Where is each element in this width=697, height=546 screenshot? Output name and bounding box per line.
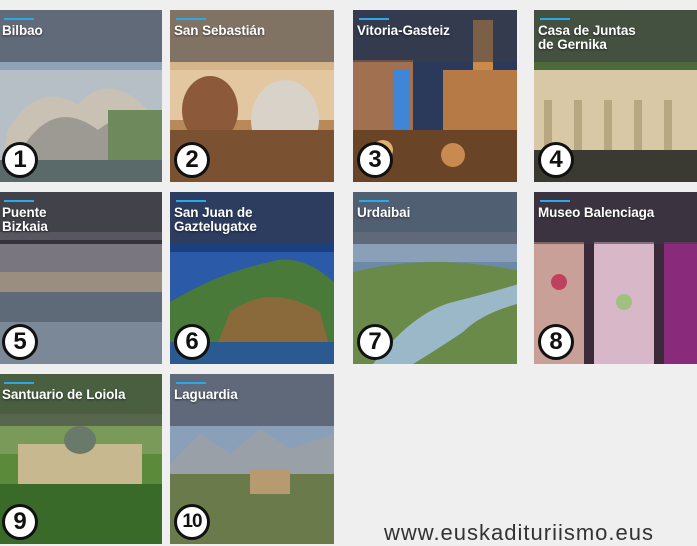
tile-title: Urdaibai	[357, 205, 411, 220]
tile-title: Santuario de Loiola	[2, 387, 126, 402]
number-badge: 1	[2, 142, 38, 178]
accent-line	[540, 18, 570, 20]
tile-san-juan-de-gaztelugatxe[interactable]: San Juan de Gaztelugatxe 6	[170, 192, 334, 364]
tile-title: San Sebastián	[174, 23, 265, 38]
tile-title: San Juan de Gaztelugatxe	[174, 205, 257, 234]
tile-title: Puente Bizkaia	[2, 205, 48, 234]
number-badge: 9	[2, 504, 38, 540]
number-badge: 2	[174, 142, 210, 178]
tile-santuario-de-loiola[interactable]: Santuario de Loiola 9	[0, 374, 162, 544]
accent-line	[359, 200, 389, 202]
number-badge: 5	[2, 324, 38, 360]
number-badge: 8	[538, 324, 574, 360]
tile-title: Vitoria-Gasteiz	[357, 23, 450, 38]
accent-line	[176, 18, 206, 20]
accent-line	[176, 200, 206, 202]
accent-line	[359, 18, 389, 20]
tile-vitoria-gasteiz[interactable]: Vitoria-Gasteiz 3	[353, 10, 517, 182]
accent-line	[4, 200, 34, 202]
tile-title: Bilbao	[2, 23, 43, 38]
tile-title: Casa de Juntas de Gernika	[538, 23, 636, 52]
accent-line	[4, 18, 34, 20]
number-badge: 6	[174, 324, 210, 360]
tile-urdaibai[interactable]: Urdaibai 7	[353, 192, 517, 364]
tile-title: Museo Balenciaga	[538, 205, 655, 220]
tile-museo-balenciaga[interactable]: Museo Balenciaga 8	[534, 192, 697, 364]
tile-san-sebastian[interactable]: San Sebastián 2	[170, 10, 334, 182]
tile-bilbao[interactable]: Bilbao 1	[0, 10, 162, 182]
number-badge: 3	[357, 142, 393, 178]
tile-puente-bizkaia[interactable]: Puente Bizkaia 5	[0, 192, 162, 364]
accent-line	[176, 382, 206, 384]
accent-line	[4, 382, 34, 384]
tile-casa-de-juntas[interactable]: Casa de Juntas de Gernika 4	[534, 10, 697, 182]
tile-laguardia[interactable]: Laguardia 10	[170, 374, 334, 544]
tile-title: Laguardia	[174, 387, 238, 402]
accent-line	[540, 200, 570, 202]
number-badge: 10	[174, 504, 210, 540]
website-link[interactable]: www.euskadituriismo.eus	[384, 520, 654, 546]
number-badge: 4	[538, 142, 574, 178]
number-badge: 7	[357, 324, 393, 360]
